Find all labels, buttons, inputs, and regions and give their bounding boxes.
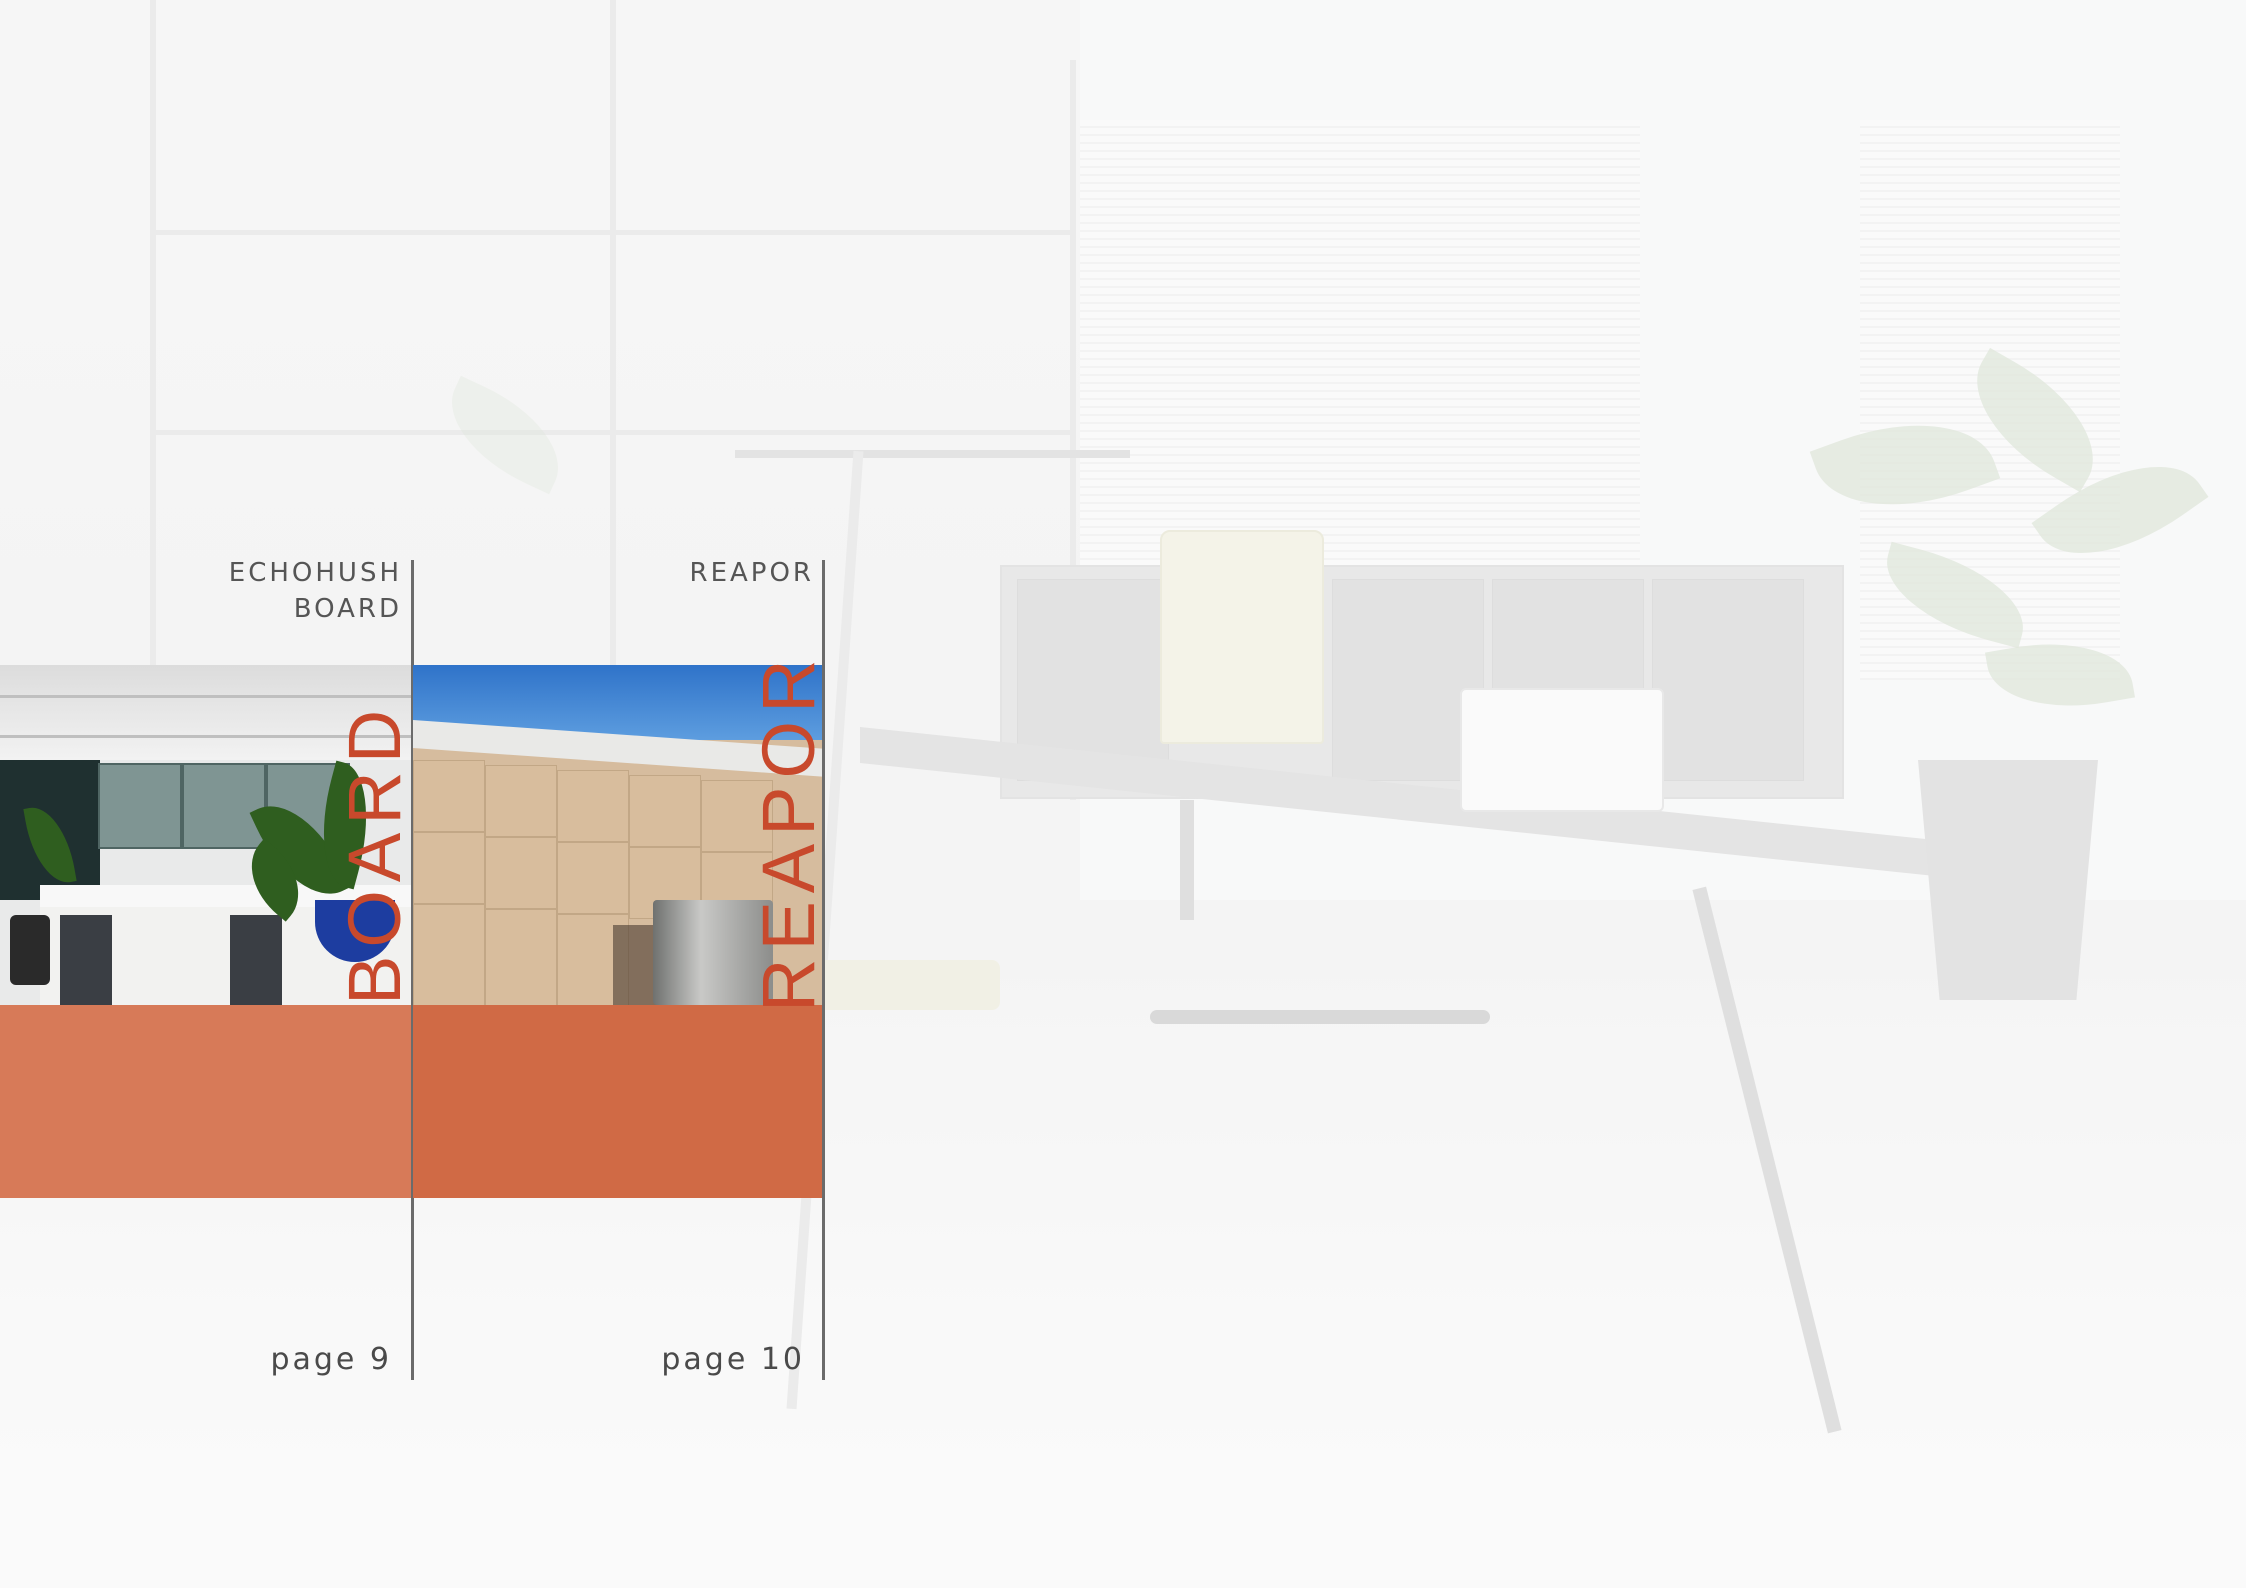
- acoustic-panel: [182, 763, 266, 849]
- wall-panel: [557, 842, 629, 914]
- panel-2-title-line-1: REAPOR: [689, 558, 814, 588]
- panel-1-title-line-2: BOARD: [293, 594, 402, 624]
- cabinet-door: [230, 915, 282, 1005]
- ceiling-grid: [0, 695, 411, 698]
- wall-panel: [413, 760, 485, 832]
- panel-1-vertical-word: BOARD: [333, 701, 416, 1005]
- acoustic-panel: [98, 763, 182, 849]
- panel-1-title-line-1: ECHOHUSH: [228, 558, 402, 588]
- panel-2-page-label[interactable]: page 10: [560, 1342, 805, 1377]
- wall-panel: [485, 837, 557, 909]
- panel-2-color-block: [413, 1005, 824, 1198]
- panel-1-title: ECHOHUSH BOARD: [100, 555, 402, 627]
- panel-2-divider: [822, 560, 825, 1380]
- office-chair: [10, 915, 50, 985]
- wall-panel: [485, 765, 557, 837]
- panel-2-vertical-word: REAPOR: [747, 651, 830, 1012]
- wall-panel: [485, 909, 557, 1005]
- wall-panel: [413, 832, 485, 904]
- wall-panel: [557, 770, 629, 842]
- wall-panel: [629, 775, 701, 847]
- panel-1-page-label[interactable]: page 9: [160, 1342, 392, 1377]
- cabinet-door: [60, 915, 112, 1005]
- wall-panel: [413, 904, 485, 1005]
- panel-1-color-block: [0, 1005, 411, 1198]
- panel-2-title: REAPOR: [520, 555, 814, 591]
